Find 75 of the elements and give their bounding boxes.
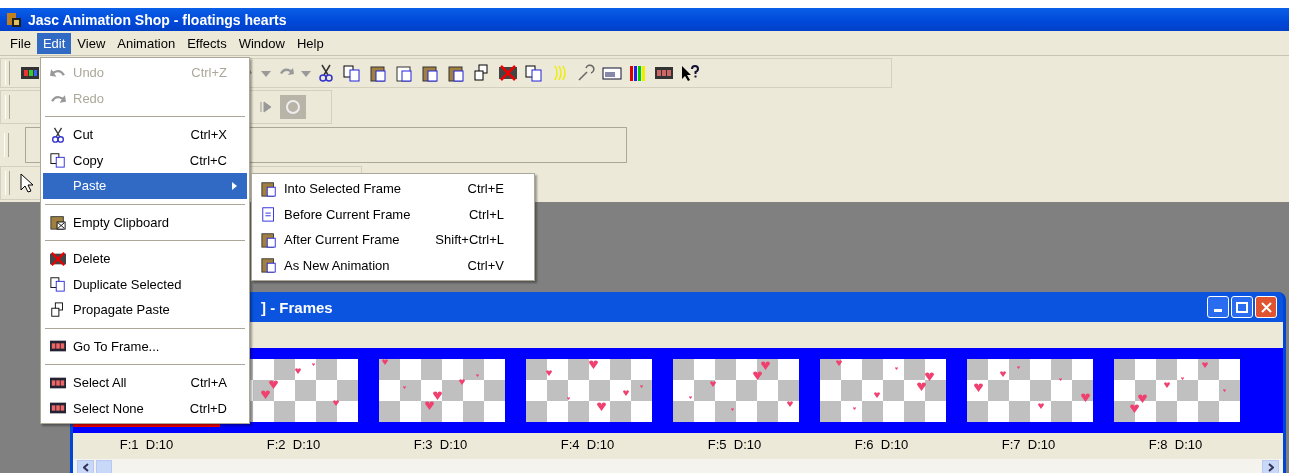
scroll-right-button[interactable]: [1262, 459, 1279, 473]
frame-label: F:1 D:10: [119, 437, 174, 454]
menu-item[interactable]: Animation: [111, 32, 182, 54]
menu-item[interactable]: Select All Ctrl+A: [43, 370, 247, 396]
menu-item[interactable]: File: [4, 32, 37, 54]
frame-thumbnail[interactable]: [1114, 359, 1240, 422]
frame-icon[interactable]: [602, 64, 622, 82]
filmstrip-icon[interactable]: [654, 64, 674, 82]
menu-item[interactable]: Copy Ctrl+C: [43, 147, 247, 173]
menu-item[interactable]: Help: [290, 32, 330, 54]
frame-label: F:8 D:10: [1148, 437, 1203, 454]
menu-item[interactable]: Propagate Paste: [43, 297, 247, 323]
frame-thumbnail[interactable]: [526, 359, 652, 422]
frame-thumbnail[interactable]: [379, 359, 505, 422]
scissors-icon: [49, 126, 67, 143]
menu-item[interactable]: Window: [232, 32, 291, 54]
scrollbar-thumb[interactable]: [96, 459, 112, 473]
redo-icon: [50, 93, 66, 103]
delete-icon: [49, 250, 67, 267]
submenu-arrow-icon: [232, 181, 237, 190]
clipboard-icon: [49, 214, 67, 231]
menu-item[interactable]: Select None Ctrl+D: [43, 395, 247, 421]
document-icon[interactable]: [394, 64, 414, 82]
copy-icon: [49, 152, 67, 169]
scroll-left-button[interactable]: [77, 459, 94, 473]
film-icon[interactable]: [20, 64, 40, 82]
duplicate-icon[interactable]: [524, 64, 544, 82]
app-icon: [6, 11, 22, 28]
menu-item[interactable]: After Current Frame Shift+Ctrl+L: [254, 227, 532, 253]
clipboard-icon[interactable]: [420, 64, 440, 82]
frame-label: F:2 D:10: [266, 437, 321, 454]
color-bars-icon[interactable]: [628, 64, 648, 82]
window-title: ] - Frames: [261, 298, 333, 316]
maximize-icon: [1236, 301, 1248, 313]
close-icon: [1260, 301, 1272, 313]
close-button[interactable]: [1255, 296, 1277, 318]
help-icon[interactable]: [680, 64, 700, 82]
menu-item[interactable]: Empty Clipboard: [43, 209, 247, 235]
menu-item[interactable]: Paste: [43, 173, 247, 199]
menu-item[interactable]: Delete: [43, 246, 247, 272]
menu-item[interactable]: Duplicate Selected: [43, 271, 247, 297]
minimize-button[interactable]: [1207, 296, 1229, 318]
clipboard-icon: [260, 231, 278, 248]
minimize-icon: [1214, 309, 1222, 312]
duplicate-icon: [49, 276, 67, 293]
menu-item[interactable]: Go To Frame...: [43, 333, 247, 359]
menu-item[interactable]: Into Selected Frame Ctrl+E: [254, 176, 532, 202]
maximize-button[interactable]: [1231, 296, 1253, 318]
menu-item[interactable]: Cut Ctrl+X: [43, 122, 247, 148]
scissors-icon[interactable]: [316, 64, 336, 82]
menu-item[interactable]: Before Current Frame Ctrl+L: [254, 201, 532, 227]
frame-thumbnail[interactable]: [673, 359, 799, 422]
menu-item[interactable]: View: [71, 32, 112, 54]
frame-thumbnail[interactable]: [820, 359, 946, 422]
frame-label: F:4 D:10: [560, 437, 615, 454]
delete-icon[interactable]: [498, 64, 518, 82]
frame-label: F:3 D:10: [413, 437, 468, 454]
undo-icon: [50, 68, 66, 78]
menu-item[interactable]: Edit: [36, 32, 72, 54]
wrench-icon[interactable]: [576, 64, 596, 82]
clipboard-icon[interactable]: [446, 64, 466, 82]
chevron-left-icon: [82, 462, 89, 472]
clipboard-icon[interactable]: [368, 64, 388, 82]
frame-label: F:7 D:10: [1001, 437, 1056, 454]
menu-item[interactable]: As New Animation Ctrl+V: [254, 252, 532, 278]
frame-label: F:6 D:10: [854, 437, 909, 454]
window-title: Jasc Animation Shop - floatings hearts: [28, 11, 287, 28]
chevron-right-icon: [1267, 462, 1274, 472]
clipboard-icon: [260, 257, 278, 274]
frame-thumbnail[interactable]: [967, 359, 1093, 422]
menu-item[interactable]: Effects: [181, 32, 233, 54]
copy-icon[interactable]: [342, 64, 362, 82]
frame-label: F:5 D:10: [707, 437, 762, 454]
clipboard-icon: [260, 180, 278, 197]
scrollbar[interactable]: [73, 459, 1283, 473]
